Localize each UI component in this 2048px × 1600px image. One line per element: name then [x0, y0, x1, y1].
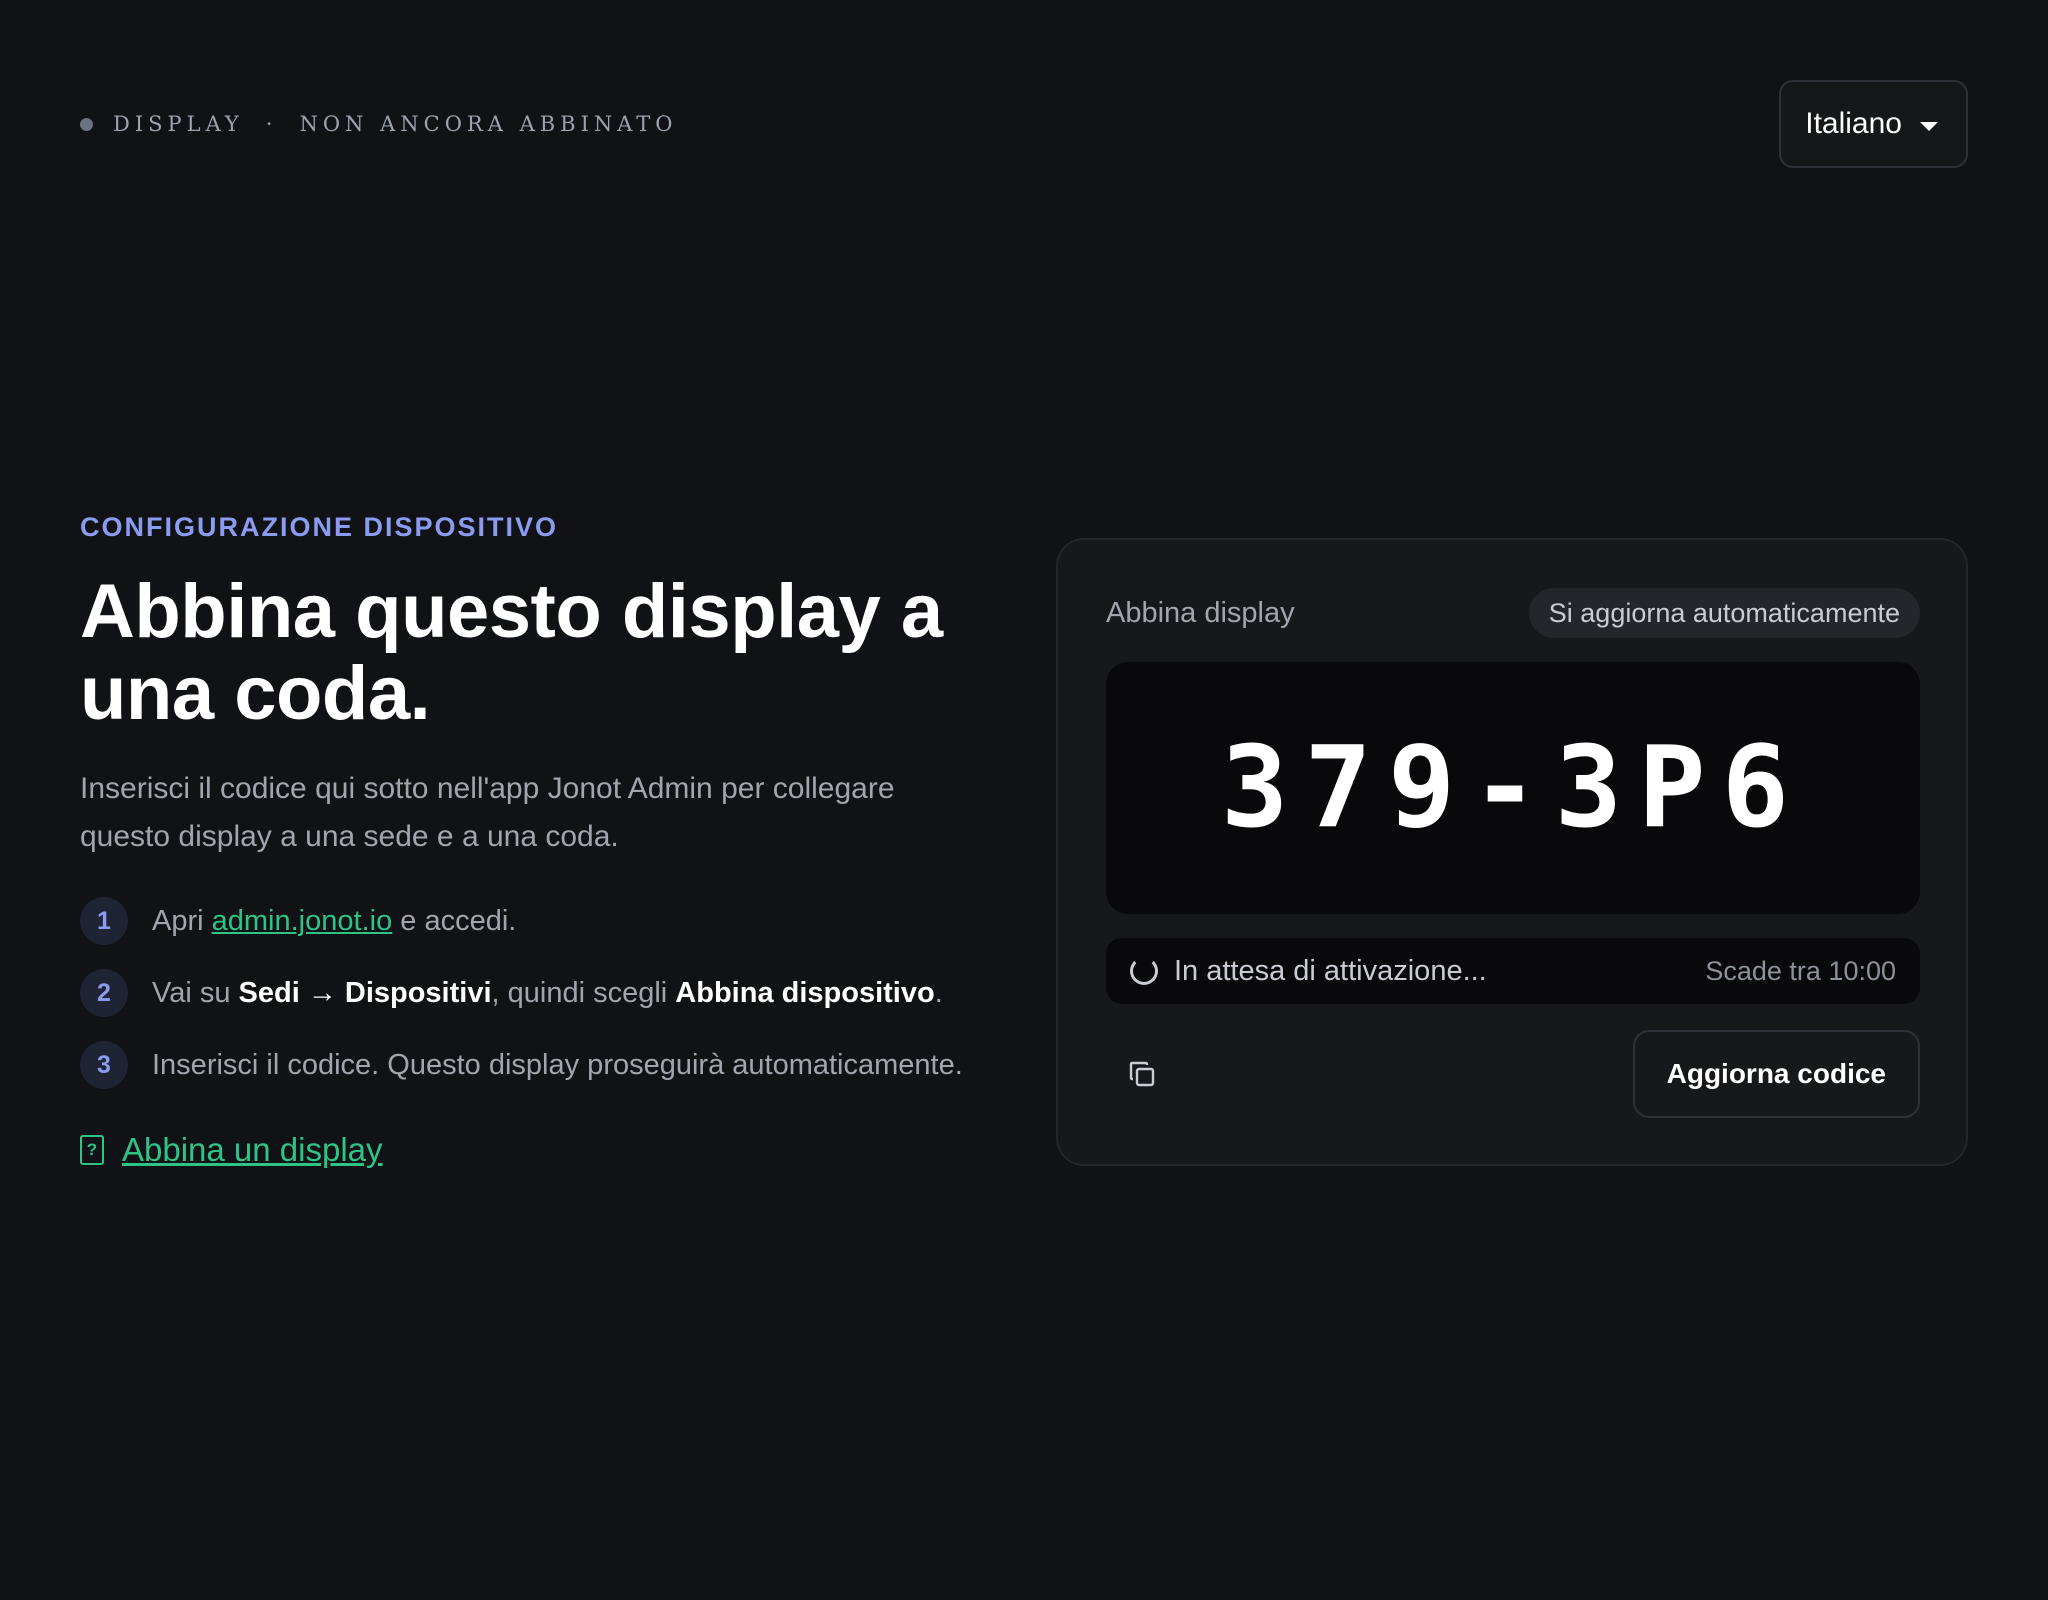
spinner-icon	[1130, 957, 1158, 985]
activation-status-row: In attesa di attivazione... Scade tra 10…	[1106, 938, 1920, 1004]
intro-section: CONFIGURAZIONE DISPOSITIVO Abbina questo…	[80, 512, 1020, 1169]
step-item: 2 Vai su Sedi → Dispositivi, quindi sceg…	[80, 957, 1020, 1029]
steps-list: 1 Apri admin.jonot.io e accedi. 2 Vai su…	[80, 885, 1020, 1101]
chevron-down-icon	[1920, 121, 1938, 131]
language-select[interactable]: Italiano	[1779, 80, 1968, 168]
step-item: 1 Apri admin.jonot.io e accedi.	[80, 885, 1020, 957]
copy-icon	[1129, 1061, 1155, 1087]
pair-display-guide-link[interactable]: ? Abbina un display	[80, 1131, 1020, 1169]
step-text: Vai su Sedi → Dispositivi, quindi scegli…	[152, 977, 943, 1010]
step-number-badge: 2	[80, 969, 128, 1017]
admin-link[interactable]: admin.jonot.io	[212, 905, 393, 937]
status-dot-icon	[80, 117, 93, 131]
waiting-text: In attesa di attivazione...	[1174, 954, 1487, 987]
section-eyebrow: CONFIGURAZIONE DISPOSITIVO	[80, 512, 559, 542]
device-status: DISPLAY · NON ANCORA ABBINATO	[80, 112, 678, 136]
top-bar: DISPLAY · NON ANCORA ABBINATO Italiano	[80, 80, 1968, 168]
step-emphasis-action: Abbina dispositivo	[675, 976, 935, 1009]
step-text-middle: , quindi scegli	[491, 976, 676, 1009]
step-text: Inserisci il codice. Questo display pros…	[152, 1048, 963, 1081]
status-state-label: NON ANCORA ABBINATO	[299, 112, 678, 136]
copy-code-button[interactable]	[1106, 1038, 1178, 1110]
waiting-indicator: In attesa di attivazione...	[1130, 955, 1487, 988]
language-selected-value: Italiano	[1805, 107, 1902, 140]
pairing-card: Abbina display Si aggiorna automaticamen…	[1056, 538, 1968, 1166]
step-number-badge: 1	[80, 897, 128, 945]
step-text: Apri admin.jonot.io e accedi.	[152, 905, 516, 938]
pairing-code-box: 379-3P6	[1106, 662, 1920, 914]
page-description: Inserisci il codice qui sotto nell'app J…	[80, 772, 895, 853]
expiry-countdown: Scade tra 10:00	[1705, 955, 1896, 986]
auto-refresh-badge: Si aggiorna automaticamente	[1528, 588, 1920, 638]
step-item: 3 Inserisci il codice. Questo display pr…	[80, 1029, 1020, 1101]
step-text-suffix: e accedi.	[392, 904, 517, 937]
refresh-code-button[interactable]: Aggiorna codice	[1632, 1030, 1920, 1118]
card-title: Abbina display	[1106, 596, 1295, 629]
status-separator: ·	[265, 112, 278, 136]
guide-link-label: Abbina un display	[122, 1131, 383, 1168]
pairing-code: 379-3P6	[1220, 723, 1805, 853]
status-device-label: DISPLAY	[113, 112, 244, 136]
step-number-badge: 3	[80, 1041, 128, 1089]
step-text-suffix: .	[934, 976, 943, 1009]
step-text-prefix: Vai su	[152, 976, 239, 1009]
card-header: Abbina display Si aggiorna automaticamen…	[1106, 588, 1920, 638]
step-text-prefix: Apri	[152, 904, 212, 937]
card-actions: Aggiorna codice	[1106, 1030, 1920, 1118]
step-emphasis-path: Sedi → Dispositivi	[238, 976, 492, 1009]
help-doc-icon: ?	[80, 1135, 104, 1165]
page-title: Abbina questo display a una coda.	[80, 569, 943, 736]
